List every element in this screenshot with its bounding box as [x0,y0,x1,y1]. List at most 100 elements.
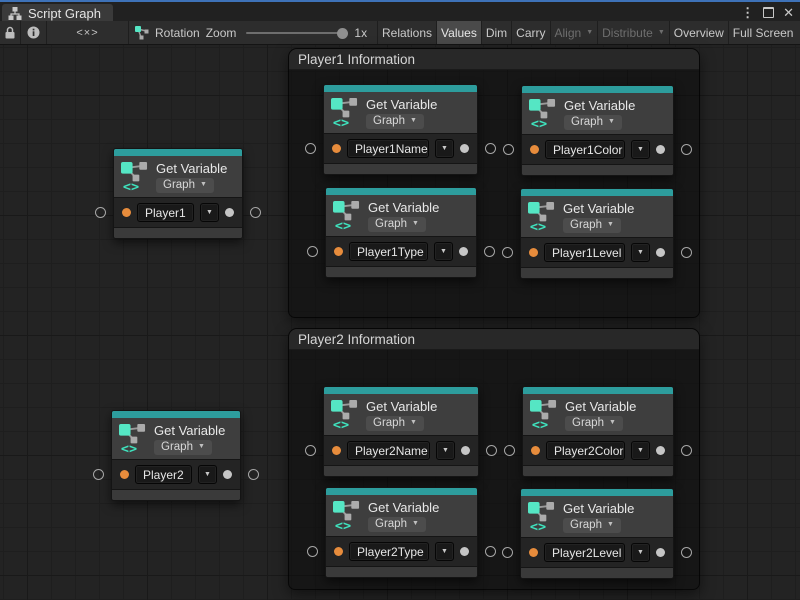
value-output-port[interactable] [460,547,469,556]
value-output-port[interactable] [656,145,665,154]
left-connection-port[interactable] [93,469,104,480]
value-output-port[interactable] [461,446,470,455]
variable-scope-dropdown[interactable]: Graph ▼ [156,178,214,193]
right-connection-port[interactable] [681,247,692,258]
get-variable-node-player1name[interactable]: <> Get Variable Graph ▼ Player1Name ▼ [323,84,478,175]
group-header[interactable]: Player1 Information [289,49,699,70]
variable-scope-dropdown[interactable]: Graph ▼ [563,518,621,533]
overview-button[interactable]: Overview [670,21,729,44]
left-connection-port[interactable] [95,207,106,218]
variable-scope-dropdown[interactable]: Graph ▼ [565,416,623,431]
left-connection-port[interactable] [307,546,318,557]
get-variable-node-player2type[interactable]: <> Get Variable Graph ▼ Player2Type ▼ [325,487,478,578]
value-output-port[interactable] [225,208,234,217]
variable-name-dropdown-button[interactable]: ▼ [434,242,453,261]
variable-name-dropdown-button[interactable]: ▼ [435,542,454,561]
zoom-reset-button[interactable]: <×> [47,21,129,44]
zoom-slider[interactable] [246,32,346,34]
right-connection-port[interactable] [485,546,496,557]
value-input-port[interactable] [529,548,538,557]
variable-name-dropdown-button[interactable]: ▼ [631,543,650,562]
right-connection-port[interactable] [681,445,692,456]
variable-name-dropdown[interactable]: Player2Level [544,543,625,562]
values-button[interactable]: Values [437,21,482,44]
variable-name-dropdown-button[interactable]: ▼ [631,441,650,460]
value-input-port[interactable] [530,145,539,154]
variable-scope-dropdown[interactable]: Graph ▼ [368,517,426,532]
left-connection-port[interactable] [502,547,513,558]
right-connection-port[interactable] [486,445,497,456]
variable-scope-dropdown[interactable]: Graph ▼ [564,115,622,130]
left-connection-port[interactable] [504,445,515,456]
right-connection-port[interactable] [681,144,692,155]
carry-button[interactable]: Carry [512,21,550,44]
right-connection-port[interactable] [248,469,259,480]
info-button[interactable] [21,21,47,44]
value-output-port[interactable] [656,446,665,455]
value-output-port[interactable] [656,548,665,557]
left-connection-port[interactable] [503,144,514,155]
value-input-port[interactable] [120,470,129,479]
value-output-port[interactable] [460,144,469,153]
get-variable-node-player2level[interactable]: <> Get Variable Graph ▼ Player2Level ▼ [520,488,674,579]
variable-name-dropdown-button[interactable]: ▼ [436,441,455,460]
variable-name-dropdown[interactable]: Player2 [135,465,192,484]
variable-scope-dropdown[interactable]: Graph ▼ [366,416,424,431]
value-input-port[interactable] [529,248,538,257]
left-connection-port[interactable] [305,143,316,154]
variable-scope-dropdown[interactable]: Graph ▼ [368,217,426,232]
distribute-dropdown-button[interactable]: Distribute▼ [598,21,670,44]
chevron-down-icon: ▼ [442,447,449,454]
lock-button[interactable] [0,21,21,44]
value-input-port[interactable] [122,208,131,217]
variable-name-dropdown[interactable]: Player2Name [347,441,430,460]
get-variable-node-player1color[interactable]: <> Get Variable Graph ▼ Player1Color ▼ [521,85,674,176]
variable-name-dropdown[interactable]: Player2Color [546,441,625,460]
zoom-slider-handle[interactable] [337,28,348,39]
left-connection-port[interactable] [307,246,318,257]
variable-name-dropdown[interactable]: Player1Level [544,243,625,262]
value-input-port[interactable] [334,247,343,256]
relations-button[interactable]: Relations [378,21,437,44]
value-input-port[interactable] [332,144,341,153]
get-variable-node-player2name[interactable]: <> Get Variable Graph ▼ Player2Name ▼ [323,386,479,477]
dim-button[interactable]: Dim [482,21,512,44]
variable-name-dropdown[interactable]: Player1Type [349,242,428,261]
variable-name-dropdown[interactable]: Player1Name [347,139,429,158]
group-header[interactable]: Player2 Information [289,329,699,350]
variable-scope-dropdown[interactable]: Graph ▼ [154,440,212,455]
close-icon[interactable]: ✕ [783,6,794,19]
variable-name-dropdown[interactable]: Player1 [137,203,194,222]
variable-name-dropdown[interactable]: Player1Color [545,140,625,159]
variable-name-dropdown-button[interactable]: ▼ [200,203,219,222]
full-screen-button[interactable]: Full Screen [729,21,798,44]
get-variable-node-player1type[interactable]: <> Get Variable Graph ▼ Player1Type ▼ [325,187,477,278]
right-connection-port[interactable] [484,246,495,257]
variable-name-dropdown-button[interactable]: ▼ [631,243,650,262]
value-input-port[interactable] [531,446,540,455]
graph-canvas[interactable]: Player1 Information Player2 Information … [0,45,800,600]
maximize-icon[interactable] [763,7,774,18]
value-output-port[interactable] [656,248,665,257]
get-variable-node-player1level[interactable]: <> Get Variable Graph ▼ Player1Level ▼ [520,188,674,279]
left-connection-port[interactable] [502,247,513,258]
variable-name-dropdown-button[interactable]: ▼ [198,465,217,484]
value-output-port[interactable] [459,247,468,256]
variable-scope-dropdown[interactable]: Graph ▼ [563,218,621,233]
value-input-port[interactable] [332,446,341,455]
window-menu-icon[interactable]: ⋮ [741,6,754,19]
variable-name-dropdown-button[interactable]: ▼ [631,140,650,159]
get-variable-node-player2color[interactable]: <> Get Variable Graph ▼ Player2Color ▼ [522,386,674,477]
get-variable-node-player1[interactable]: <> Get Variable Graph ▼ Player1 ▼ [113,148,243,239]
variable-scope-dropdown[interactable]: Graph ▼ [366,114,424,129]
right-connection-port[interactable] [681,547,692,558]
right-connection-port[interactable] [485,143,496,154]
align-dropdown-button[interactable]: Align▼ [551,21,599,44]
get-variable-node-player2[interactable]: <> Get Variable Graph ▼ Player2 ▼ [111,410,241,501]
value-output-port[interactable] [223,470,232,479]
variable-name-dropdown-button[interactable]: ▼ [435,139,454,158]
value-input-port[interactable] [334,547,343,556]
right-connection-port[interactable] [250,207,261,218]
left-connection-port[interactable] [305,445,316,456]
variable-name-dropdown[interactable]: Player2Type [349,542,429,561]
